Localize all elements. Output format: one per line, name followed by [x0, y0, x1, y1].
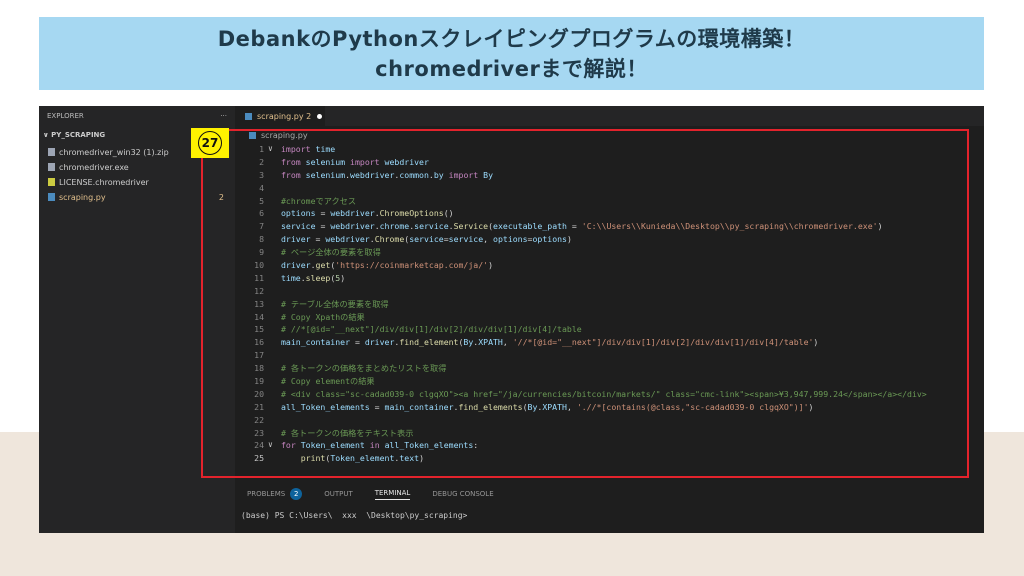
tab-problem-count: 2 — [306, 111, 312, 121]
explorer-title: EXPLORER — [47, 112, 84, 120]
tab-label: scraping.py — [257, 111, 304, 121]
step-marker: 27 — [191, 128, 229, 158]
banner-title-line2: chromedriverまで解説！ — [375, 56, 648, 81]
tab-problems-label: PROBLEMS — [247, 490, 286, 498]
tab-debug-console[interactable]: DEBUG CONSOLE — [432, 490, 493, 498]
zip-icon — [48, 148, 55, 156]
problems-badge: 2 — [290, 488, 303, 500]
explorer-file-label: scraping.py — [59, 192, 106, 202]
license-icon — [48, 178, 55, 186]
explorer-file-label: chromedriver_win32 (1).zip — [59, 147, 169, 157]
unsaved-dot-icon — [317, 113, 323, 119]
tab-scraping-py[interactable]: scraping.py 2 — [235, 106, 325, 126]
tab-problems[interactable]: PROBLEMS 2 — [247, 488, 303, 500]
tab-output[interactable]: OUTPUT — [324, 490, 353, 498]
banner-title-line1: DebankのPythonスクレイピングプログラムの環境構築！ — [217, 26, 806, 51]
tab-terminal[interactable]: TERMINAL — [374, 489, 411, 500]
python-icon — [245, 112, 252, 120]
folder-py-scraping[interactable]: ∨ PY_SCRAPING — [43, 131, 105, 139]
python-icon — [48, 193, 55, 201]
file-icon — [48, 163, 55, 171]
explorer-header: EXPLORER ··· — [47, 112, 227, 120]
step-number: 27 — [198, 131, 222, 155]
explorer-file-label: chromedriver.exe — [59, 162, 129, 172]
highlight-box — [201, 129, 969, 478]
explorer-file-label: LICENSE.chromedriver — [59, 177, 149, 187]
more-actions-icon[interactable]: ··· — [220, 112, 227, 120]
title-banner: DebankのPythonスクレイピングプログラムの環境構築！ chromedr… — [39, 17, 984, 90]
tab-bar: scraping.py 2 — [235, 106, 984, 126]
terminal-prompt[interactable]: (base) PS C:\Users\ xxx \Desktop\py_scra… — [241, 511, 467, 520]
folder-label: PY_SCRAPING — [51, 131, 106, 139]
panel-tabs: PROBLEMS 2 OUTPUT TERMINAL DEBUG CONSOLE — [235, 485, 984, 503]
